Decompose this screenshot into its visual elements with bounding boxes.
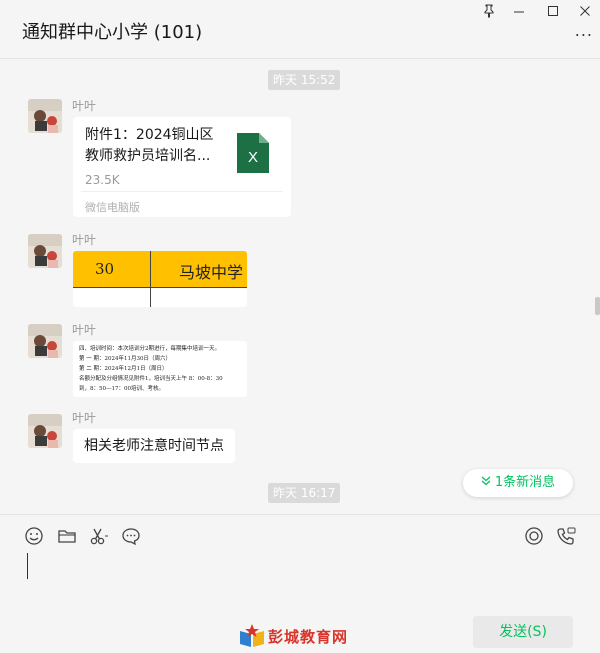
file-message[interactable]: 附件1：2024铜山区教师救护员培训名... X 23.5K 微信电脑版 (73, 117, 291, 217)
more-options-button[interactable]: ... (575, 23, 593, 39)
book-logo-icon (240, 624, 264, 647)
excel-icon-letter: X (247, 149, 258, 166)
text-message[interactable]: 相关老师注意时间节点 (73, 429, 235, 463)
minimize-icon[interactable] (510, 4, 528, 20)
folder-icon[interactable] (56, 525, 78, 547)
avatar[interactable] (28, 324, 62, 358)
maximize-icon[interactable] (544, 4, 562, 20)
divider (81, 191, 283, 192)
avatar[interactable] (28, 414, 62, 448)
timestamp: 昨天 16:17 (268, 483, 341, 503)
sender-name: 叶叶 (72, 323, 97, 337)
timestamp: 昨天 15:52 (268, 70, 341, 90)
emoji-icon[interactable] (23, 525, 45, 547)
new-messages-label: 1条新消息 (494, 475, 556, 490)
excel-icon: X (237, 133, 269, 173)
document-line: 四、培训时间：本次培训分2期进行，每期集中培训一天。 (79, 346, 221, 352)
message-list[interactable]: 昨天 15:52 叶叶 附件1：2024铜山区教师救护员培训名... X 23.… (0, 59, 600, 512)
message-input[interactable] (20, 549, 584, 613)
live-icon[interactable] (523, 525, 545, 547)
sender-name: 叶叶 (72, 233, 97, 247)
document-line: 第 二 期：2024年12月1日（周日） (79, 366, 168, 372)
file-name: 附件1：2024铜山区教师救护员培训名... (85, 127, 214, 164)
watermark-text: 彭城教育网 (268, 628, 349, 646)
sender-name: 叶叶 (72, 411, 97, 425)
chat-title: 通知群中心小学 (101) (22, 22, 203, 43)
document-line: 名额分配及分组情况见附件1，培训当天上午 8：00-8：30 (79, 376, 223, 382)
watermark: 彭城教育网 (238, 623, 347, 649)
image-message[interactable]: 四、培训时间：本次培训分2期进行，每期集中培训一天。 第 一 期：2024年11… (73, 341, 247, 397)
chat-bubble-icon[interactable] (120, 525, 142, 547)
document-line: 第 一 期：2024年11月30日（周六） (79, 356, 171, 362)
composer: 彭城教育网 发送(S) (0, 514, 600, 651)
table-line (150, 251, 151, 307)
send-button[interactable]: 发送(S) (473, 616, 573, 648)
avatar[interactable] (28, 234, 62, 268)
table-cell: 30 (95, 260, 115, 278)
title-bar: 通知群中心小学 (101) ... (0, 0, 600, 59)
sender-name: 叶叶 (72, 99, 97, 113)
document-line: 到，8：50—17：00培训、考核。 (79, 386, 164, 392)
table-cell: 马坡中学 (179, 263, 244, 282)
voice-call-icon[interactable] (555, 525, 577, 547)
chevron-down-icon (481, 469, 491, 497)
scissors-icon[interactable] (88, 525, 110, 547)
avatar[interactable] (28, 99, 62, 133)
image-message[interactable]: 30 马坡中学 (73, 251, 247, 307)
close-icon[interactable] (576, 4, 594, 20)
table-line (73, 287, 247, 288)
new-messages-button[interactable]: 1条新消息 (463, 469, 573, 497)
file-size: 23.5K (85, 173, 120, 187)
scrollbar-thumb[interactable] (595, 297, 600, 315)
pin-icon[interactable] (480, 4, 498, 20)
file-source: 微信电脑版 (85, 201, 140, 214)
